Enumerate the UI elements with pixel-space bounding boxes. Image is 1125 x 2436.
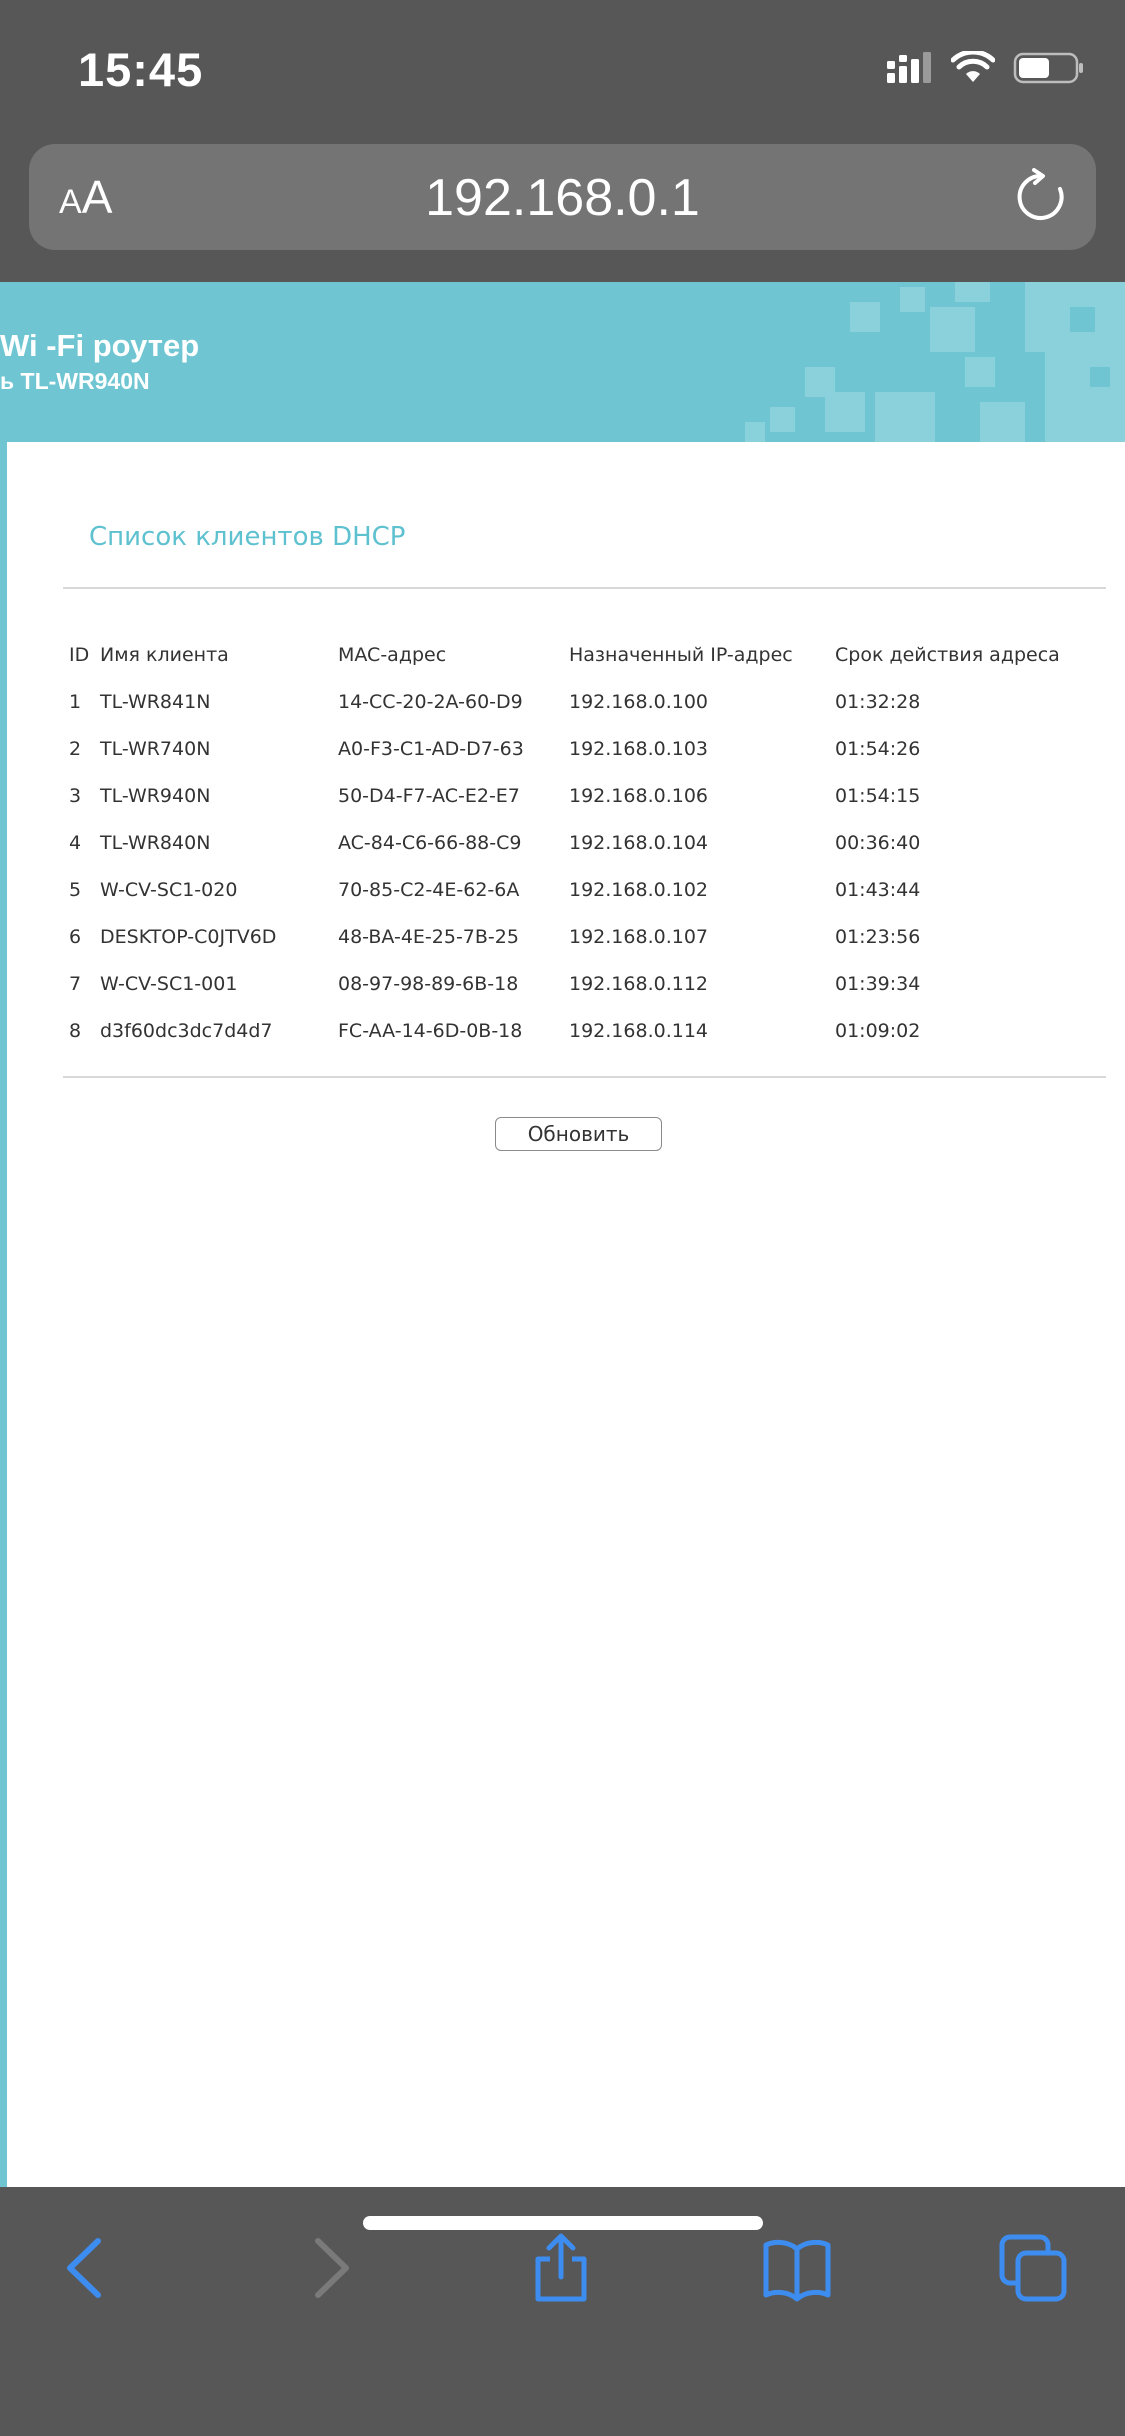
cell-mac: 08-97-98-89-6B-18 [338,972,519,995]
chevron-right-icon[interactable] [294,2233,364,2303]
table-row: 2 TL-WR740N A0-F3-C1-AD-D7-63 192.168.0.… [69,725,1075,772]
address-bar[interactable]: A A 192.168.0.1 [29,144,1096,250]
cell-client-name: TL-WR840N [100,831,211,854]
table-row: 8 d3f60dc3dc7d4d7 FC-AA-14-6D-0B-18 192.… [69,1007,1075,1054]
cell-lease: 01:39:34 [835,972,921,995]
cell-client-name: W-CV-SC1-020 [100,878,238,901]
table-row: 1 TL-WR841N 14-CC-20-2A-60-D9 192.168.0.… [69,678,1075,725]
cell-mac: 48-BA-4E-25-7B-25 [338,925,519,948]
reload-icon[interactable] [1012,168,1070,226]
content-frame: Список клиентов DHCP ID Имя клиента MAC-… [0,442,1125,2187]
cell-id: 6 [69,925,82,948]
table-row: 5 W-CV-SC1-020 70-85-C2-4E-62-6A 192.168… [69,866,1075,913]
tabs-icon[interactable] [998,2233,1068,2303]
header-pattern-decoration [745,282,1125,442]
cell-ip: 192.168.0.103 [569,737,709,760]
cell-lease: 01:09:02 [835,1019,921,1042]
share-icon[interactable] [526,2233,596,2303]
cell-mac: 50-D4-F7-AC-E2-E7 [338,784,520,807]
cell-ip: 192.168.0.106 [569,784,709,807]
cell-id: 1 [69,690,82,713]
column-header-id: ID [69,644,90,666]
cellular-signal-icon [887,52,931,83]
table-row: 3 TL-WR940N 50-D4-F7-AC-E2-E7 192.168.0.… [69,772,1075,819]
table-row: 4 TL-WR840N AC-84-C6-66-88-C9 192.168.0.… [69,819,1075,866]
cell-ip: 192.168.0.104 [569,831,709,854]
home-indicator [363,2216,763,2230]
table-row: 6 DESKTOP-C0JTV6D 48-BA-4E-25-7B-25 192.… [69,913,1075,960]
cell-mac: 14-CC-20-2A-60-D9 [338,690,523,713]
wifi-icon [951,51,995,82]
cell-ip: 192.168.0.102 [569,878,709,901]
cell-lease: 01:32:28 [835,690,921,713]
refresh-button[interactable]: Обновить [495,1117,662,1151]
dhcp-client-table: ID Имя клиента MAC-адрес Назначенный IP-… [69,632,1075,1054]
cell-id: 5 [69,878,82,901]
cell-ip: 192.168.0.114 [569,1019,709,1042]
cell-mac: A0-F3-C1-AD-D7-63 [338,737,524,760]
cell-lease: 00:36:40 [835,831,921,854]
battery-icon [1013,52,1083,84]
status-icons [885,48,1085,88]
cell-lease: 01:54:15 [835,784,921,807]
cell-id: 7 [69,972,82,995]
cell-ip: 192.168.0.107 [569,925,709,948]
cell-client-name: TL-WR841N [100,690,211,713]
cell-mac: FC-AA-14-6D-0B-18 [338,1019,523,1042]
cell-mac: 70-85-C2-4E-62-6A [338,878,520,901]
cell-lease: 01:54:26 [835,737,921,760]
column-header-mac: MAC-адрес [338,644,447,666]
browser-top-chrome: 15:45 A A 192.168.0.1 [0,0,1125,282]
cell-client-name: DESKTOP-C0JTV6D [100,925,277,948]
header-title: Wi -Fi роутер [0,328,200,363]
column-header-client-name: Имя клиента [100,644,229,666]
column-header-lease: Срок действия адреса [835,644,1060,666]
divider [63,1076,1106,1078]
status-time: 15:45 [78,43,204,96]
cell-lease: 01:23:56 [835,925,921,948]
cell-ip: 192.168.0.112 [569,972,709,995]
chevron-left-icon[interactable] [52,2233,122,2303]
url-text[interactable]: 192.168.0.1 [29,168,1096,228]
cell-ip: 192.168.0.100 [569,690,709,713]
cell-id: 4 [69,831,82,854]
table-row: 7 W-CV-SC1-001 08-97-98-89-6B-18 192.168… [69,960,1075,1007]
divider [63,587,1106,589]
cell-id: 2 [69,737,82,760]
header-subtitle: ь TL-WR940N [0,368,150,394]
cell-lease: 01:43:44 [835,878,921,901]
cell-client-name: TL-WR940N [100,784,211,807]
page-title: Список клиентов DHCP [89,522,406,552]
cell-id: 3 [69,784,82,807]
book-icon[interactable] [762,2233,832,2303]
cell-client-name: W-CV-SC1-001 [100,972,238,995]
cell-client-name: d3f60dc3dc7d4d7 [100,1019,273,1042]
cell-id: 8 [69,1019,82,1042]
column-header-ip: Назначенный IP-адрес [569,644,793,666]
table-header-row: ID Имя клиента MAC-адрес Назначенный IP-… [69,632,1075,678]
cell-mac: AC-84-C6-66-88-C9 [338,831,522,854]
router-header-banner: Wi -Fi роутер ь TL-WR940N [0,282,1125,442]
cell-client-name: TL-WR740N [100,737,211,760]
